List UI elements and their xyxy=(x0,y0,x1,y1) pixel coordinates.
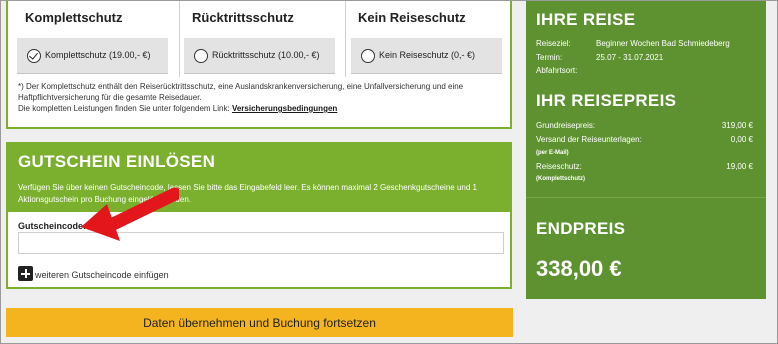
base-price-value: 319,00 € xyxy=(721,121,753,130)
insurance-option-kein-reiseschutz[interactable]: Kein Reiseschutz (0,- €) xyxy=(351,38,502,74)
voucher-code-label: Gutscheincode: xyxy=(18,221,87,231)
insurance-note: *) Der Komplettschutz enthält den Reiser… xyxy=(18,82,464,102)
insurance-option-komplettschutz[interactable]: Komplettschutz (19.00,- €) xyxy=(17,38,168,74)
insurance-note: (Komplettschutz) xyxy=(536,176,585,182)
booking-page: Komplettschutz Rücktrittsschutz Kein Rei… xyxy=(0,0,778,344)
submit-booking-button[interactable]: Daten übernehmen und Buchung fortsetzen xyxy=(6,308,513,337)
red-arrow-icon xyxy=(81,187,179,241)
shipping-value: 0,00 € xyxy=(730,135,753,144)
insurance-option-label: Kein Reiseschutz (0,- €) xyxy=(379,50,476,60)
insurance-title-ruecktrittsschutz: Rücktrittsschutz xyxy=(192,10,294,25)
insurance-option-ruecktrittsschutz[interactable]: Rücktrittsschutz (10.00,- €) xyxy=(184,38,335,74)
insurance-value: 19,00 € xyxy=(726,162,753,171)
insurance-conditions-link[interactable]: Versicherungsbedingungen xyxy=(232,104,337,113)
insurance-title-kein-reiseschutz: Kein Reiseschutz xyxy=(358,10,466,25)
date-value: 25.07 - 31.07.2021 xyxy=(596,53,664,62)
insurance-link-line: Die kompletten Leistungen finden Sie unt… xyxy=(18,104,337,113)
departure-label: Abfahrtsort: xyxy=(536,66,578,75)
insurance-panel: Komplettschutz Rücktrittsschutz Kein Rei… xyxy=(6,1,512,129)
insurance-title-komplettschutz: Komplettschutz xyxy=(25,10,123,25)
final-price-value: 338,00 € xyxy=(536,256,622,281)
insurance-label: Reiseschutz: xyxy=(536,162,582,171)
price-heading: IHR REISEPREIS xyxy=(536,91,677,110)
column-divider xyxy=(179,1,180,77)
insurance-option-label: Rücktrittsschutz (10.00,- €) xyxy=(212,50,320,60)
plus-icon[interactable] xyxy=(18,266,33,281)
add-voucher-link[interactable]: weiteren Gutscheincode einfügen xyxy=(35,270,169,280)
voucher-title: GUTSCHEIN EINLÖSEN xyxy=(18,152,216,171)
destination-value: Beginner Wochen Bad Schmiedeberg xyxy=(596,39,730,48)
insurance-link-prefix: Die kompletten Leistungen finden Sie unt… xyxy=(18,104,230,113)
date-label: Termin: xyxy=(536,53,563,62)
shipping-label: Versand der Reiseunterlagen: xyxy=(536,135,642,144)
trip-heading: IHRE REISE xyxy=(536,10,636,29)
summary-sidebar: IHRE REISE Reiseziel: Beginner Wochen Ba… xyxy=(526,1,766,299)
final-price-heading: ENDPREIS xyxy=(536,219,626,238)
radio-icon[interactable] xyxy=(361,49,375,63)
radio-icon[interactable] xyxy=(194,49,208,63)
destination-label: Reiseziel: xyxy=(536,39,571,48)
divider xyxy=(526,197,766,198)
radio-checked-icon[interactable] xyxy=(27,49,41,63)
shipping-note: (per E-Mail) xyxy=(536,150,569,156)
column-divider xyxy=(345,1,346,77)
base-price-label: Grundreisepreis: xyxy=(536,121,596,130)
insurance-option-label: Komplettschutz (19.00,- €) xyxy=(45,50,151,60)
